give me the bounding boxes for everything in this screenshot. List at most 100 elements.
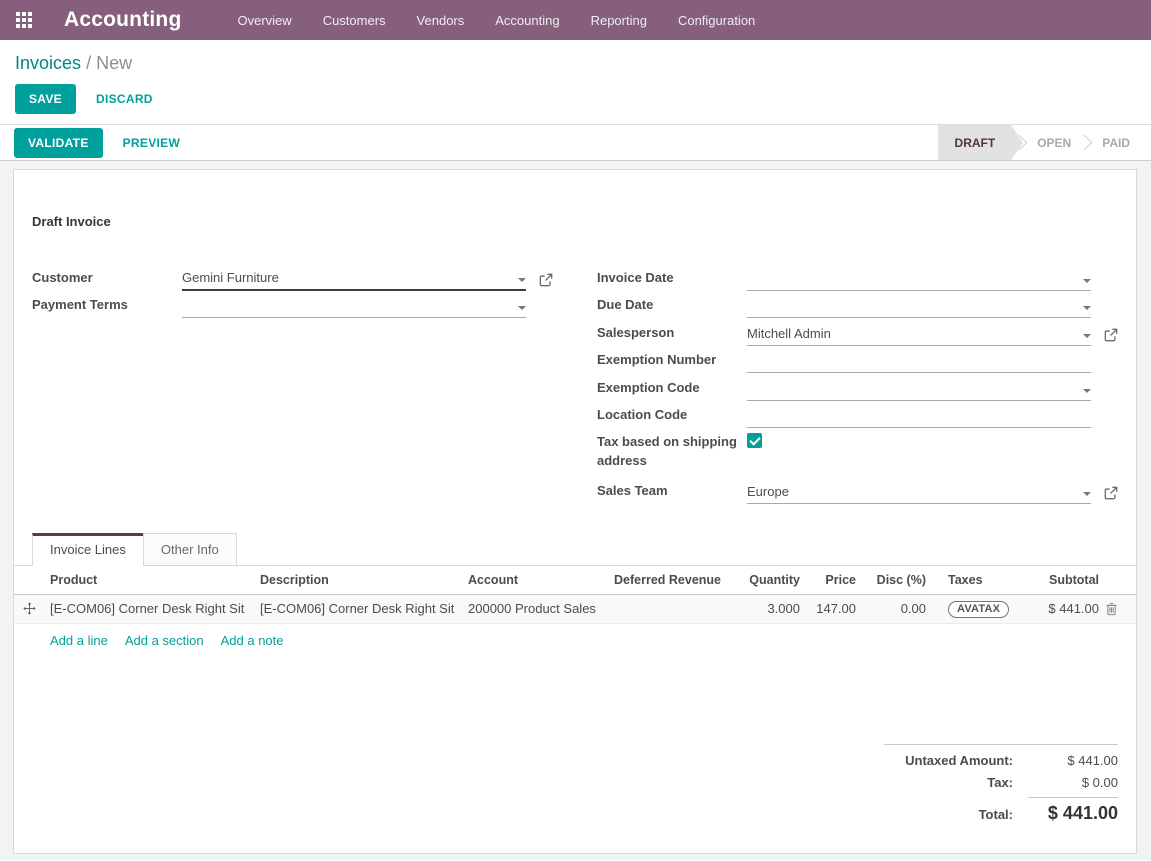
breadcrumb-invoices-link[interactable]: Invoices [15, 53, 81, 73]
top-nav-bar: Accounting Overview Customers Vendors Ac… [0, 0, 1151, 40]
table-row[interactable]: [E-COM06] Corner Desk Right Sit [E-COM06… [14, 595, 1136, 624]
col-product: Product [44, 573, 254, 587]
cell-subtotal: $ 441.00 [1032, 601, 1105, 616]
tax-shipping-label: Tax based on shipping address [597, 432, 747, 470]
due-date-input[interactable] [747, 295, 1091, 318]
chevron-down-icon[interactable] [1083, 279, 1091, 283]
apps-menu-icon[interactable] [16, 12, 32, 28]
nav-item-overview[interactable]: Overview [238, 13, 292, 28]
tax-badge[interactable]: AVATAX [948, 601, 1009, 618]
chevron-down-icon[interactable] [1083, 306, 1091, 310]
exemption-number-input[interactable] [747, 350, 1091, 373]
table-header-row: Product Description Account Deferred Rev… [14, 566, 1136, 595]
trash-icon[interactable] [1105, 602, 1118, 616]
table-add-links: Add a line Add a section Add a note [14, 624, 1136, 658]
chevron-down-icon[interactable] [1083, 389, 1091, 393]
external-link-icon[interactable] [539, 273, 553, 287]
content-area: Draft Invoice Customer Gemini Furniture … [0, 161, 1151, 860]
field-row-customer: Customer Gemini Furniture [32, 263, 553, 291]
nav-item-accounting[interactable]: Accounting [495, 13, 559, 28]
validate-button[interactable]: VALIDATE [14, 128, 103, 158]
add-note-link[interactable]: Add a note [221, 633, 284, 648]
status-pipeline: DRAFT OPEN PAID [938, 125, 1151, 160]
col-account: Account [462, 573, 608, 587]
col-description: Description [254, 573, 462, 587]
breadcrumb-current: New [96, 53, 132, 73]
external-link-icon[interactable] [1104, 328, 1118, 342]
tab-other-info[interactable]: Other Info [143, 533, 237, 566]
save-button[interactable]: SAVE [15, 84, 76, 114]
col-subtotal: Subtotal [1032, 573, 1105, 587]
field-row-due-date: Due Date [597, 291, 1118, 319]
salesperson-input[interactable]: Mitchell Admin [747, 323, 1091, 346]
payment-terms-label: Payment Terms [32, 297, 182, 318]
field-row-location-code: Location Code [597, 401, 1118, 429]
chevron-down-icon[interactable] [518, 278, 526, 282]
salesperson-value: Mitchell Admin [747, 326, 831, 341]
discard-button[interactable]: DISCARD [96, 85, 153, 113]
tax-value: $ 0.00 [1028, 775, 1118, 790]
notebook-tabs: Invoice Lines Other Info [14, 533, 1136, 566]
invoice-date-input[interactable] [747, 268, 1091, 291]
exemption-code-input[interactable] [747, 378, 1091, 401]
cell-description[interactable]: [E-COM06] Corner Desk Right Sit [254, 601, 462, 616]
invoice-lines-table: Product Description Account Deferred Rev… [14, 566, 1136, 658]
untaxed-amount-label: Untaxed Amount: [884, 753, 1013, 768]
breadcrumb-separator: / [86, 53, 91, 73]
location-code-label: Location Code [597, 407, 747, 428]
app-title: Accounting [64, 8, 182, 32]
preview-button[interactable]: PREVIEW [123, 129, 180, 157]
field-row-exemption-code: Exemption Code [597, 373, 1118, 401]
col-disc: Disc (%) [862, 573, 932, 587]
customer-label: Customer [32, 270, 182, 291]
untaxed-amount-row: Untaxed Amount: $ 441.00 [884, 753, 1118, 768]
payment-terms-input[interactable] [182, 295, 526, 318]
field-row-sales-team: Sales Team Europe [597, 476, 1118, 504]
field-row-payment-terms: Payment Terms [32, 291, 553, 319]
status-draft[interactable]: DRAFT [938, 125, 1024, 160]
nav-item-vendors[interactable]: Vendors [417, 13, 465, 28]
sales-team-input[interactable]: Europe [747, 481, 1091, 504]
tax-row: Tax: $ 0.00 [884, 775, 1118, 790]
breadcrumb: Invoices / New [15, 53, 1136, 74]
tab-invoice-lines[interactable]: Invoice Lines [32, 533, 144, 566]
cell-quantity[interactable]: 3.000 [728, 601, 806, 616]
control-panel: Invoices / New SAVE DISCARD [0, 40, 1151, 124]
totals-panel: Untaxed Amount: $ 441.00 Tax: $ 0.00 Tot… [884, 744, 1118, 831]
form-right-column: Invoice Date Due Date Sale [597, 263, 1118, 504]
untaxed-amount-value: $ 441.00 [1028, 753, 1118, 768]
drag-handle-icon[interactable] [23, 602, 36, 615]
salesperson-label: Salesperson [597, 325, 747, 346]
col-deferred-revenue: Deferred Revenue [608, 573, 728, 587]
nav-item-customers[interactable]: Customers [323, 13, 386, 28]
cell-price[interactable]: 147.00 [806, 601, 862, 616]
sales-team-value: Europe [747, 484, 789, 499]
add-line-link[interactable]: Add a line [50, 633, 108, 648]
nav-item-reporting[interactable]: Reporting [591, 13, 647, 28]
invoice-form-sheet: Draft Invoice Customer Gemini Furniture … [13, 169, 1137, 854]
external-link-icon[interactable] [1104, 486, 1118, 500]
col-quantity: Quantity [728, 573, 806, 587]
chevron-down-icon[interactable] [1083, 334, 1091, 338]
top-nav-menu: Overview Customers Vendors Accounting Re… [238, 13, 756, 28]
location-code-input[interactable] [747, 405, 1091, 428]
form-left-column: Customer Gemini Furniture Payment Terms [32, 263, 553, 318]
chevron-down-icon[interactable] [1083, 492, 1091, 496]
cell-disc[interactable]: 0.00 [862, 601, 932, 616]
nav-item-configuration[interactable]: Configuration [678, 13, 755, 28]
field-row-salesperson: Salesperson Mitchell Admin [597, 318, 1118, 346]
tax-shipping-checkbox[interactable] [747, 433, 762, 448]
field-row-tax-shipping: Tax based on shipping address [597, 432, 1118, 470]
field-row-invoice-date: Invoice Date [597, 263, 1118, 291]
field-row-exemption-number: Exemption Number [597, 346, 1118, 374]
cell-account[interactable]: 200000 Product Sales [462, 601, 608, 616]
sales-team-label: Sales Team [597, 483, 747, 504]
customer-input[interactable]: Gemini Furniture [182, 268, 526, 291]
add-section-link[interactable]: Add a section [125, 633, 204, 648]
customer-value: Gemini Furniture [182, 270, 279, 285]
chevron-down-icon[interactable] [518, 306, 526, 310]
cell-product[interactable]: [E-COM06] Corner Desk Right Sit [44, 601, 254, 616]
form-title: Draft Invoice [32, 214, 1118, 229]
status-paid[interactable]: PAID [1085, 125, 1147, 160]
exemption-code-label: Exemption Code [597, 380, 747, 401]
